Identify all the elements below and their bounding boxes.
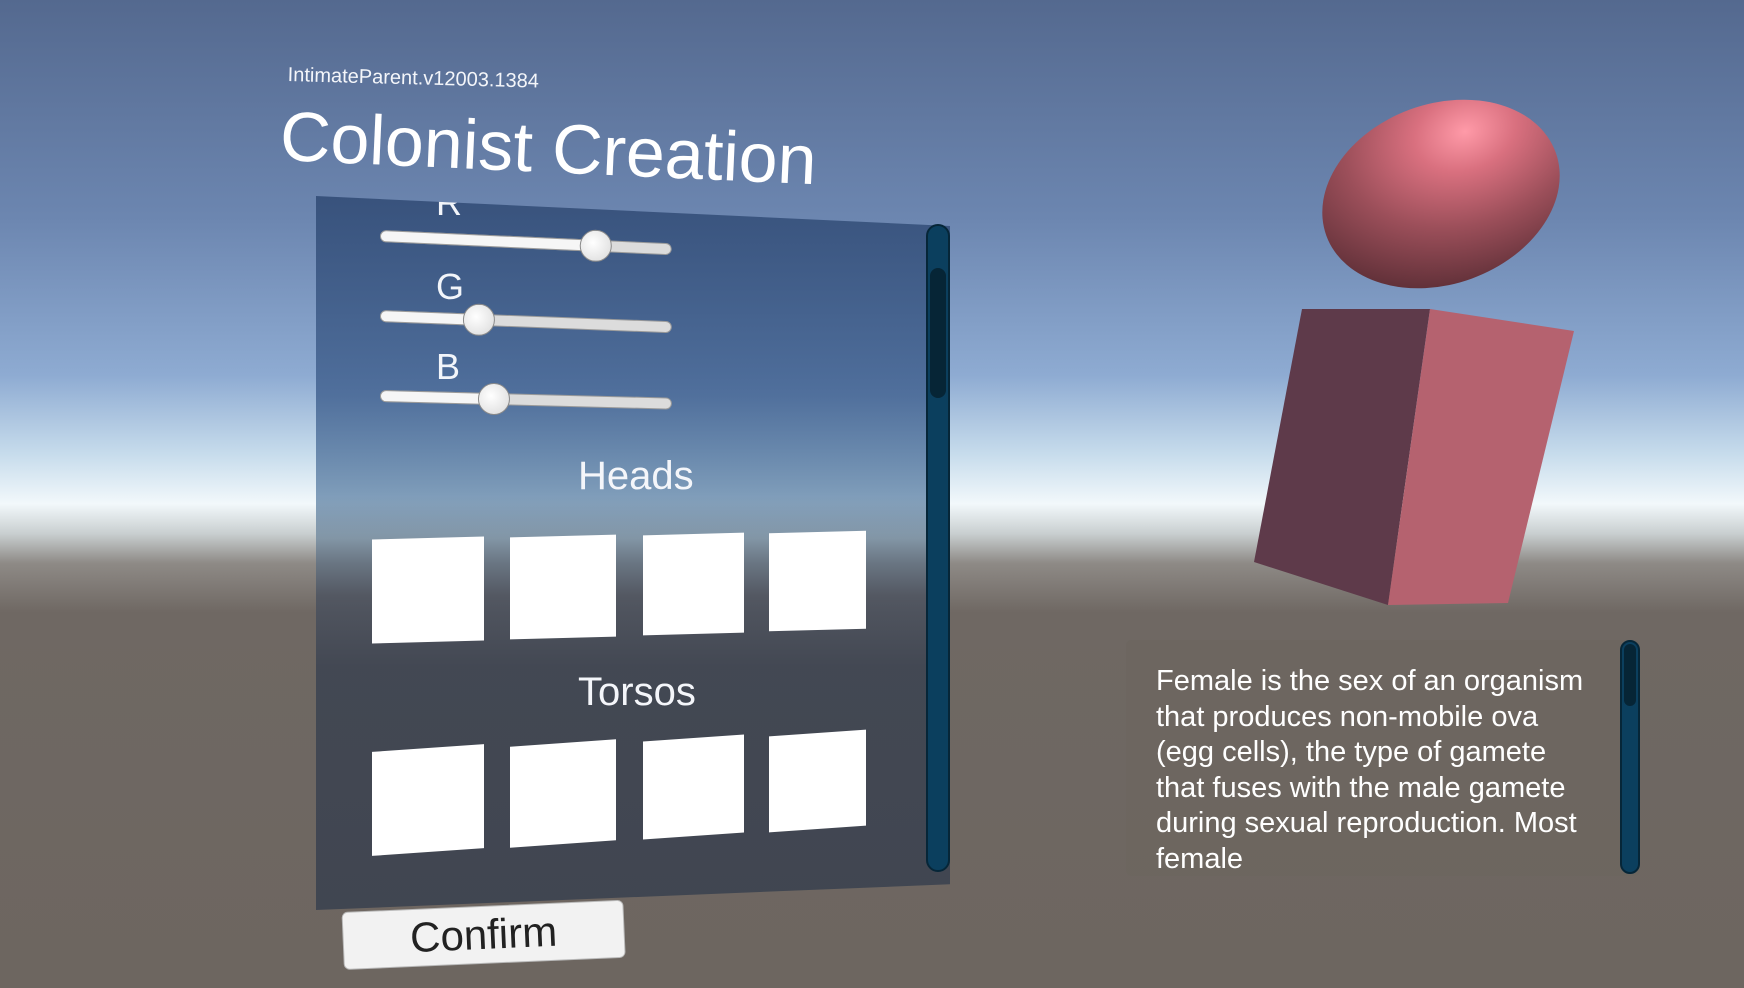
head-option-4[interactable]: [769, 530, 866, 632]
slider-label-r: R: [436, 182, 462, 223]
torso-option-2[interactable]: [510, 739, 616, 848]
torso-option-1[interactable]: [372, 744, 484, 856]
character-head: [1322, 99, 1560, 289]
description-panel[interactable]: Female is the sex of an organism that pr…: [1126, 640, 1640, 876]
torsos-section-title: Torsos: [578, 670, 696, 714]
description-text: Female is the sex of an organism that pr…: [1156, 665, 1584, 875]
panel-scrollbar-handle[interactable]: [930, 268, 946, 398]
character-preview: [1254, 99, 1574, 605]
confirm-button[interactable]: Confirm: [341, 899, 626, 970]
slider-g[interactable]: [379, 300, 673, 343]
slider-r[interactable]: [379, 220, 672, 265]
description-scrollbar-handle[interactable]: [1624, 644, 1636, 706]
torso-option-4[interactable]: [769, 729, 866, 833]
head-option-1[interactable]: [372, 536, 484, 644]
description-scrollbar[interactable]: [1620, 640, 1640, 874]
panel-scrollbar[interactable]: [926, 224, 950, 872]
slider-handle[interactable]: [462, 303, 496, 337]
torso-option-3[interactable]: [643, 734, 744, 840]
slider-fill: [379, 230, 597, 252]
slider-handle[interactable]: [579, 229, 613, 263]
head-option-3[interactable]: [643, 532, 744, 636]
slider-b[interactable]: [379, 380, 673, 420]
game-viewport: IntimateParent.v12003.1384 Colonist Crea…: [0, 0, 1744, 988]
customization-panel: R G B Heads Torsos: [316, 196, 950, 910]
slider-handle[interactable]: [477, 382, 511, 416]
page-title: Colonist Creation: [278, 96, 819, 200]
version-label: IntimateParent.v12003.1384: [287, 64, 540, 93]
heads-section-title: Heads: [578, 454, 694, 498]
character-torso: [1254, 309, 1574, 605]
head-option-2[interactable]: [510, 534, 616, 640]
